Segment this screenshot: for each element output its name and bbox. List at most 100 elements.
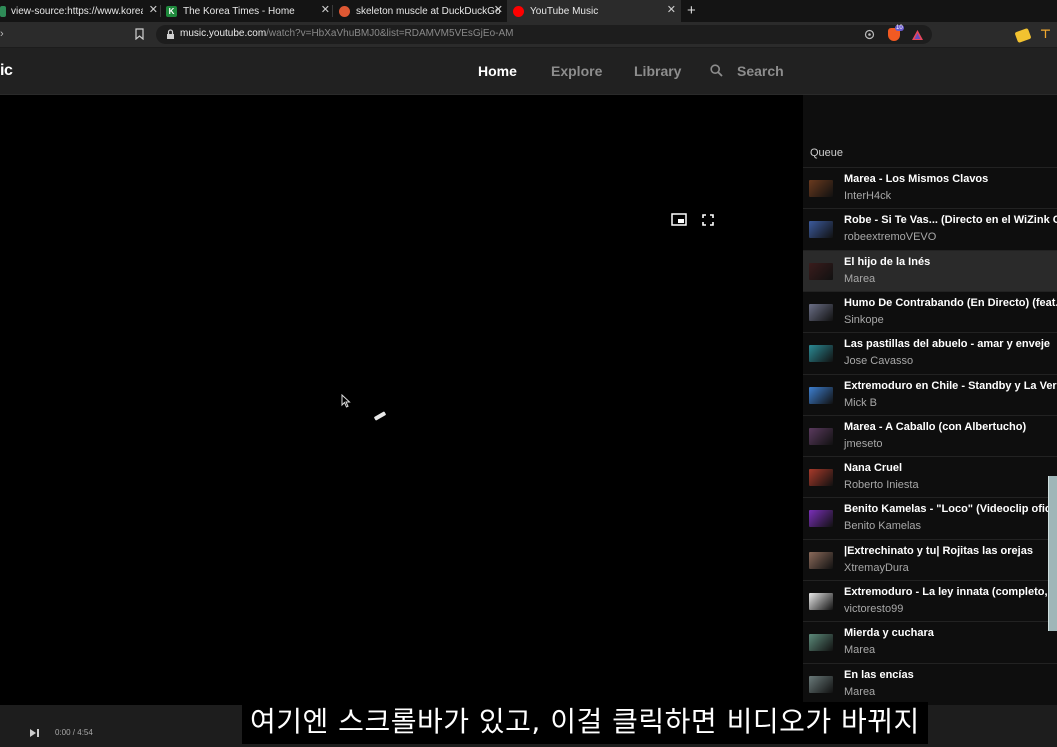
queue-item-title: Extremoduro en Chile - Standby y La Vere	[844, 379, 1057, 392]
queue-item[interactable]: Mierda y cuchara Marea	[803, 621, 1057, 662]
queue-item[interactable]: El hijo de la Inés Marea	[803, 249, 1057, 291]
close-tab-icon[interactable]: ✕	[494, 5, 503, 16]
queue-item-title: Las pastillas del abuelo - amar y enveje	[844, 338, 1051, 351]
queue-item[interactable]: Marea - Los Mismos Clavos InterH4ck	[803, 167, 1057, 208]
queue-item-artist[interactable]: robeextremoVEVO	[844, 231, 936, 243]
queue-thumbnail	[809, 180, 833, 197]
queue-item[interactable]: Benito Kamelas - "Loco" (Videoclip ofici…	[803, 497, 1057, 538]
tab-title: YouTube Music	[530, 5, 599, 17]
queue-item[interactable]: Marea - A Caballo (con Albertucho) jmeset…	[803, 414, 1057, 456]
shields-count-badge: 10	[895, 25, 904, 31]
queue-item-artist[interactable]: Marea	[844, 686, 875, 698]
youtube-music-icon	[513, 5, 524, 17]
url-host: music.youtube.com	[180, 28, 267, 39]
queue-item[interactable]: Humo De Contrabando (En Directo) (feat. S…	[803, 290, 1057, 332]
brave-shields-icon[interactable]: 10	[888, 25, 904, 41]
close-tab-icon[interactable]: ✕	[321, 5, 330, 16]
queue-item-title: Humo De Contrabando (En Directo) (feat.	[844, 296, 1057, 309]
browser-tab-strip: view-source:https://www.koreati ✕ K The …	[0, 0, 1057, 22]
tab-title: view-source:https://www.koreati	[11, 5, 143, 17]
queue-thumbnail	[809, 675, 833, 693]
queue-item[interactable]: Extremoduro en Chile - Standby y La Vere…	[803, 373, 1057, 415]
queue-item-title: Extremoduro - La ley innata (completo,	[844, 586, 1048, 598]
queue-title: Queue	[810, 147, 844, 159]
browser-tab-duckduckgo[interactable]: skeleton muscle at DuckDuckGo ✕	[339, 0, 503, 22]
queue-panel: Queue Marea - Los Mismos Clavos InterH4ck…	[803, 95, 1057, 705]
queue-thumbnail	[809, 345, 833, 363]
url-path: /watch?v=HbXaVhuBMJ0&list=RDAMVM5VEsGjEo…	[266, 28, 514, 39]
queue-item-title: Nana Cruel	[844, 462, 903, 475]
duckduckgo-icon	[339, 5, 350, 17]
browser-tab-view-source[interactable]: view-source:https://www.koreati ✕	[0, 0, 158, 22]
video-player[interactable]	[0, 95, 803, 705]
video-subtitle-caption: 여기엔 스크롤바가 있고, 이걸 클릭하면 비디오가 바뀌지	[242, 702, 928, 744]
queue-thumbnail	[809, 551, 833, 569]
queue-item-artist[interactable]: Marea	[844, 644, 875, 656]
fullscreen-icon[interactable]	[702, 214, 714, 226]
browser-tab-youtube-music[interactable]: YouTube Music ✕	[507, 0, 681, 22]
queue-item-artist[interactable]: Benito Kamelas	[844, 520, 921, 532]
queue-thumbnail	[809, 386, 833, 404]
nav-home[interactable]: Home	[478, 63, 517, 79]
queue-item-artist[interactable]: InterH4ck	[844, 190, 891, 202]
brave-rewards-icon[interactable]	[911, 29, 924, 41]
queue-item-artist[interactable]: Marea	[844, 273, 875, 285]
site-settings-icon[interactable]	[864, 29, 875, 40]
extension-icon-2[interactable]: ⊤	[1040, 27, 1051, 41]
app-header	[0, 48, 1057, 95]
queue-item-artist[interactable]: Roberto Iniesta	[844, 479, 919, 491]
queue-item[interactable]: |Extrechinato y tu| Rojitas las orejas Xt…	[803, 538, 1057, 580]
loading-spinner-icon	[373, 411, 387, 421]
queue-item[interactable]: Las pastillas del abuelo - amar y enveje…	[803, 332, 1057, 373]
lock-icon	[167, 29, 174, 39]
new-tab-button[interactable]: +	[687, 2, 696, 19]
nav-explore[interactable]: Explore	[551, 63, 602, 79]
queue-thumbnail	[809, 262, 833, 280]
queue-item-artist[interactable]: Sinkope	[844, 314, 884, 326]
url-text: music.youtube.com/watch?v=HbXaVhuBMJ0&li…	[180, 28, 513, 39]
playback-time: 0:00 / 4:54	[55, 728, 93, 737]
queue-item-title: El hijo de la Inés	[844, 255, 931, 268]
queue-item[interactable]: Robe - Si Te Vas... (Directo en el WiZin…	[803, 208, 1057, 249]
queue-item-artist[interactable]: Jose Cavasso	[844, 355, 913, 367]
app-logo[interactable]: ic	[0, 62, 13, 80]
browser-tab-korea-times[interactable]: K The Korea Times - Home ✕	[166, 0, 330, 22]
forward-icon[interactable]: ›	[0, 28, 4, 40]
queue-item[interactable]: Nana Cruel Roberto Iniesta	[803, 456, 1057, 497]
nav-search[interactable]: Search	[737, 63, 784, 79]
queue-item[interactable]: Extremoduro - La ley innata (completo, vi…	[803, 580, 1057, 621]
queue-item-artist[interactable]: jmeseto	[844, 438, 883, 450]
mouse-cursor-icon	[341, 394, 351, 408]
queue-item-artist[interactable]: victoresto99	[844, 603, 903, 615]
close-tab-icon[interactable]: ✕	[149, 5, 158, 16]
queue-item-title: Mierda y cuchara	[844, 627, 934, 640]
address-bar-row: › 10 ⊤	[0, 22, 1057, 48]
next-track-icon[interactable]	[29, 728, 40, 738]
page-icon	[0, 5, 6, 17]
queue-thumbnail	[809, 303, 833, 321]
search-icon[interactable]	[710, 64, 723, 77]
queue-item-title: En las encías	[844, 668, 914, 681]
queue-thumbnail	[809, 427, 833, 445]
queue-thumbnail	[809, 634, 833, 652]
queue-item-artist[interactable]: XtremayDura	[844, 562, 909, 574]
nav-library[interactable]: Library	[634, 63, 681, 79]
close-tab-icon[interactable]: ✕	[667, 5, 676, 16]
queue-thumbnail	[809, 593, 833, 610]
queue-thumbnail	[809, 469, 833, 487]
queue-item-title: Robe - Si Te Vas... (Directo en el WiZin…	[844, 214, 1057, 227]
scrollbar-thumb[interactable]	[1048, 476, 1057, 631]
queue-item-artist[interactable]: Mick B	[844, 397, 877, 409]
queue-item-title: Marea - A Caballo (con Albertucho)	[844, 420, 1027, 433]
korea-times-icon: K	[166, 5, 177, 17]
bookmark-icon[interactable]	[135, 28, 144, 40]
queue-thumbnail	[809, 510, 833, 528]
queue-thumbnail	[809, 221, 833, 239]
miniplayer-icon[interactable]	[671, 213, 687, 226]
queue-item[interactable]: En las encías Marea	[803, 662, 1057, 704]
queue-item-title: |Extrechinato y tu| Rojitas las orejas	[844, 544, 1033, 557]
queue-item-title: Marea - Los Mismos Clavos	[844, 173, 989, 185]
extension-icon[interactable]	[1014, 27, 1032, 44]
queue-item-title: Benito Kamelas - "Loco" (Videoclip ofici	[844, 503, 1055, 516]
tab-title: skeleton muscle at DuckDuckGo	[356, 5, 501, 17]
